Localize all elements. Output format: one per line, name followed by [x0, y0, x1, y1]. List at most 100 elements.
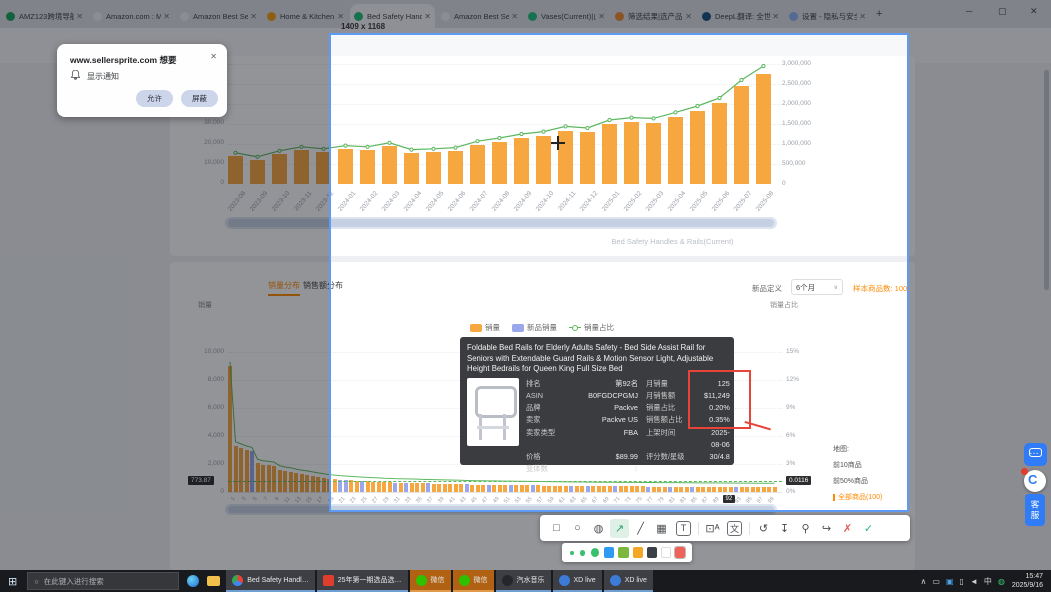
customer-service-button[interactable]: 客服 — [1025, 494, 1045, 526]
line-tool[interactable]: ╱ — [631, 519, 650, 538]
new-product-bar[interactable] — [531, 485, 535, 492]
taskbar-search-input[interactable]: ○ 在此键入进行搜索 — [27, 572, 179, 590]
sales-bar[interactable] — [536, 136, 551, 184]
new-product-bar[interactable] — [404, 483, 408, 492]
sales-bar[interactable] — [415, 483, 419, 492]
sales-bar[interactable] — [470, 485, 474, 492]
undo-button[interactable]: ↺ — [754, 519, 773, 538]
confirm-button[interactable]: ✓ — [859, 519, 878, 538]
sales-bar[interactable] — [426, 152, 441, 184]
mosaic-tool[interactable]: ▦ — [652, 519, 671, 538]
sales-bar[interactable] — [399, 483, 403, 492]
sales-bar[interactable] — [476, 485, 480, 492]
color-swatch[interactable] — [647, 547, 657, 558]
new-product-bar[interactable] — [509, 485, 513, 492]
color-swatch[interactable] — [661, 547, 671, 558]
counter-tool[interactable]: ◍ — [589, 519, 608, 538]
sales-bar[interactable] — [690, 111, 705, 184]
taskbar-task[interactable]: XD live — [604, 570, 653, 592]
taskbar-task[interactable]: 微信 — [453, 570, 494, 592]
start-button[interactable]: ⊞ — [8, 575, 17, 588]
sales-bar[interactable] — [432, 484, 436, 492]
cancel-button[interactable]: ✗ — [838, 519, 857, 538]
share-button[interactable]: ↪ — [817, 519, 836, 538]
tray-network-icon[interactable]: ◍ — [998, 577, 1005, 586]
notification-close-icon[interactable]: ✕ — [210, 52, 217, 61]
allow-button[interactable]: 允许 — [136, 90, 173, 107]
new-product-bar[interactable] — [465, 484, 469, 492]
color-swatch[interactable] — [618, 547, 628, 558]
ocr-tool[interactable]: 文 — [727, 521, 742, 536]
brush-size-dot[interactable] — [591, 548, 599, 557]
sales-bar[interactable] — [404, 153, 419, 184]
sales-bar[interactable] — [520, 485, 524, 492]
sales-bar[interactable] — [668, 117, 683, 184]
sales-bar[interactable] — [756, 74, 771, 184]
sales-bar[interactable] — [470, 145, 485, 184]
sales-bar[interactable] — [712, 103, 727, 184]
color-swatch[interactable] — [604, 547, 614, 558]
sales-bar[interactable] — [481, 485, 485, 492]
sales-bar[interactable] — [514, 485, 518, 492]
sales-bar[interactable] — [498, 485, 502, 492]
brush-size-dot[interactable] — [570, 551, 574, 555]
sales-bar[interactable] — [492, 142, 507, 184]
tray-ime-indicator[interactable]: 中 — [984, 576, 992, 587]
text-tool[interactable]: T — [676, 521, 691, 536]
taskbar-task[interactable]: 微信 — [410, 570, 451, 592]
sales-bar[interactable] — [421, 483, 425, 492]
save-button[interactable]: ↧ — [775, 519, 794, 538]
pin-button[interactable]: ⚲ — [796, 519, 815, 538]
sales-bar[interactable] — [580, 132, 595, 184]
new-product-bar[interactable] — [487, 485, 491, 492]
sales-bar[interactable] — [536, 485, 540, 492]
sales-bar[interactable] — [443, 484, 447, 492]
sales-bar[interactable] — [360, 150, 375, 184]
sales-bar[interactable] — [448, 484, 452, 492]
sales-bar[interactable] — [492, 485, 496, 492]
new-product-bar[interactable] — [360, 481, 364, 492]
sales-bar[interactable] — [382, 146, 397, 184]
sales-bar[interactable] — [377, 482, 381, 492]
color-swatch[interactable] — [633, 547, 643, 558]
sales-bar[interactable] — [454, 484, 458, 492]
brush-size-dot[interactable] — [580, 550, 586, 556]
taskbar-task[interactable]: 汽水音乐 — [496, 570, 551, 592]
sales-bar[interactable] — [410, 483, 414, 492]
sales-bar[interactable] — [382, 482, 386, 492]
taskbar-edge-icon[interactable] — [187, 575, 199, 587]
sales-bar[interactable] — [338, 149, 353, 184]
sales-bar[interactable] — [734, 86, 749, 184]
arrow-tool[interactable]: ↗ — [610, 519, 629, 538]
block-button[interactable]: 屏蔽 — [181, 90, 218, 107]
sales-bar[interactable] — [366, 481, 370, 492]
assistant-widget-button[interactable]: C — [1024, 470, 1046, 492]
sales-bar[interactable] — [624, 122, 639, 184]
tray-device-icon[interactable]: ▯ — [960, 577, 964, 586]
tray-volume-icon[interactable]: ◄ — [970, 577, 978, 586]
sales-bar[interactable] — [514, 138, 529, 184]
sales-bar[interactable] — [448, 151, 463, 184]
taskbar-task[interactable]: 25年第一期选品选… — [317, 570, 408, 592]
taskbar-explorer-icon[interactable] — [207, 576, 220, 586]
color-swatch[interactable] — [675, 547, 685, 558]
sales-bar[interactable] — [646, 123, 661, 184]
sales-bar[interactable] — [371, 482, 375, 492]
new-product-bar[interactable] — [393, 483, 397, 492]
image-translate-tool[interactable]: ⊡ᴬ — [703, 519, 722, 538]
ellipse-tool[interactable]: ○ — [568, 519, 587, 538]
sales-bar[interactable] — [388, 482, 392, 492]
tray-chevron-icon[interactable]: ∧ — [921, 577, 927, 586]
chat-widget-button[interactable]: … — [1024, 443, 1047, 466]
new-product-bar[interactable] — [426, 483, 430, 492]
taskbar-clock[interactable]: 15:47 2025/9/16 — [1012, 572, 1043, 590]
tray-app-icon[interactable]: ▣ — [946, 577, 954, 586]
sales-bar[interactable] — [503, 485, 507, 492]
sales-bar[interactable] — [355, 481, 359, 492]
new-product-definition-dropdown[interactable]: 6个月∨ — [791, 279, 843, 295]
rect-tool[interactable]: □ — [547, 519, 566, 538]
sales-bar[interactable] — [459, 484, 463, 492]
tray-display-icon[interactable]: ▭ — [932, 577, 940, 586]
sales-bar[interactable] — [525, 485, 529, 492]
taskbar-task[interactable]: Bed Safety Handl… — [226, 570, 314, 592]
